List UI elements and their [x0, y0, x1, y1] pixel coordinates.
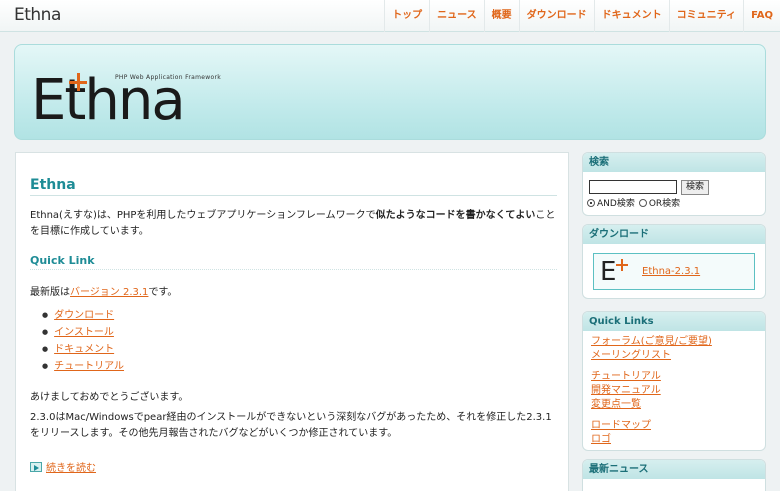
- latest-news-panel: 最新ニュース: [582, 459, 766, 491]
- intro-text: Ethna(えすな)は、PHPを利用したウェブアプリケーションフレームワークで似…: [30, 208, 560, 240]
- search-mode: AND検索 OR検索: [587, 196, 680, 209]
- search-row: 検索: [589, 180, 710, 195]
- quick-links-panel: Quick Links フォーラム(ご意見/ご要望) メーリングリスト チュート…: [582, 311, 766, 451]
- nav-community[interactable]: コミュニティ: [668, 0, 743, 32]
- plus-icon: [69, 73, 87, 91]
- link-dev-manual[interactable]: 開発マニュアル: [591, 384, 712, 398]
- intro-pre: Ethna(えすな)は、PHPを利用したウェブアプリケーションフレームワークで: [30, 210, 376, 221]
- nav-top[interactable]: トップ: [384, 0, 429, 32]
- download-panel: ダウンロード E Ethna-2.3.1: [582, 224, 766, 299]
- list-item: ダウンロード: [42, 308, 124, 325]
- or-radio[interactable]: [638, 198, 647, 207]
- ethna-mini-logo: E: [600, 257, 640, 287]
- link-tutorial[interactable]: チュートリアル: [54, 361, 124, 372]
- download-link[interactable]: Ethna-2.3.1: [642, 266, 700, 277]
- nav-documents[interactable]: ドキュメント: [593, 0, 669, 32]
- list-item: ドキュメント: [42, 342, 124, 359]
- main-content: Ethna Ethna(えすな)は、PHPを利用したウェブアプリケーションフレー…: [15, 152, 569, 491]
- quick-link-heading: Quick Link: [30, 254, 557, 270]
- list-item: チュートリアル: [42, 359, 124, 376]
- news-text: 2.3.0はMac/Windowsでpear経由のインストールができないという深…: [30, 412, 552, 439]
- link-roadmap[interactable]: ロードマップ: [591, 419, 712, 433]
- banner: PHP Web Application Framework Ethna: [14, 44, 766, 140]
- search-button[interactable]: 検索: [681, 180, 710, 195]
- or-label: OR検索: [648, 199, 681, 209]
- greeting-text: あけましておめでとうございます。: [30, 392, 189, 403]
- site-logo-text: Ethna: [14, 5, 61, 25]
- intro-bold: 似たようなコードを書かなくてよい: [375, 210, 536, 221]
- version-link[interactable]: バージョン 2.3.1: [70, 287, 148, 298]
- nav-faq[interactable]: FAQ: [743, 0, 780, 32]
- mini-logo-letter: E: [600, 256, 617, 287]
- download-panel-title: ダウンロード: [583, 225, 765, 244]
- link-documents[interactable]: ドキュメント: [54, 344, 114, 355]
- nav-download[interactable]: ダウンロード: [518, 0, 594, 32]
- and-radio[interactable]: [587, 198, 595, 207]
- link-forum[interactable]: フォーラム(ご意見/ご要望): [591, 335, 712, 349]
- arrow-right-icon: [30, 461, 42, 472]
- quick-link-list: ダウンロード インストール ドキュメント チュートリアル: [42, 308, 124, 376]
- top-bar: Ethna トップ ニュース 概要 ダウンロード ドキュメント コミュニティ F…: [0, 0, 780, 32]
- latest-post: です。: [148, 287, 178, 298]
- plus-icon: [616, 258, 628, 271]
- quick-links-title: Quick Links: [583, 312, 765, 331]
- and-label: AND検索: [597, 199, 635, 209]
- search-panel: 検索 検索 AND検索 OR検索: [582, 152, 766, 216]
- main-nav: トップ ニュース 概要 ダウンロード ドキュメント コミュニティ FAQ: [384, 0, 780, 32]
- site-logo-small[interactable]: Ethna: [14, 5, 61, 27]
- quick-links-list: フォーラム(ご意見/ご要望) メーリングリスト チュートリアル 開発マニュアル …: [591, 335, 712, 447]
- link-install[interactable]: インストール: [54, 327, 114, 338]
- download-card[interactable]: E Ethna-2.3.1: [593, 253, 755, 290]
- search-panel-title: 検索: [583, 153, 765, 172]
- link-changelog[interactable]: 変更点一覧: [591, 398, 712, 412]
- latest-version: 最新版はバージョン 2.3.1です。: [30, 283, 177, 298]
- read-more-link[interactable]: 続きを読む: [46, 459, 96, 474]
- nav-overview[interactable]: 概要: [483, 0, 519, 32]
- search-input[interactable]: [589, 180, 677, 194]
- link-download[interactable]: ダウンロード: [54, 310, 114, 321]
- link-mailing-list[interactable]: メーリングリスト: [591, 349, 712, 363]
- link-logo[interactable]: ロゴ: [591, 433, 712, 447]
- ethna-logo: PHP Web Application Framework Ethna: [31, 47, 231, 133]
- latest-news-title: 最新ニュース: [583, 460, 765, 479]
- nav-news[interactable]: ニュース: [429, 0, 484, 32]
- page-title: Ethna: [30, 177, 557, 196]
- read-more[interactable]: 続きを読む: [30, 459, 96, 474]
- link-tutorial-side[interactable]: チュートリアル: [591, 370, 712, 384]
- logo-wordmark: Ethna: [31, 68, 186, 133]
- list-item: インストール: [42, 325, 124, 342]
- latest-pre: 最新版は: [30, 287, 70, 298]
